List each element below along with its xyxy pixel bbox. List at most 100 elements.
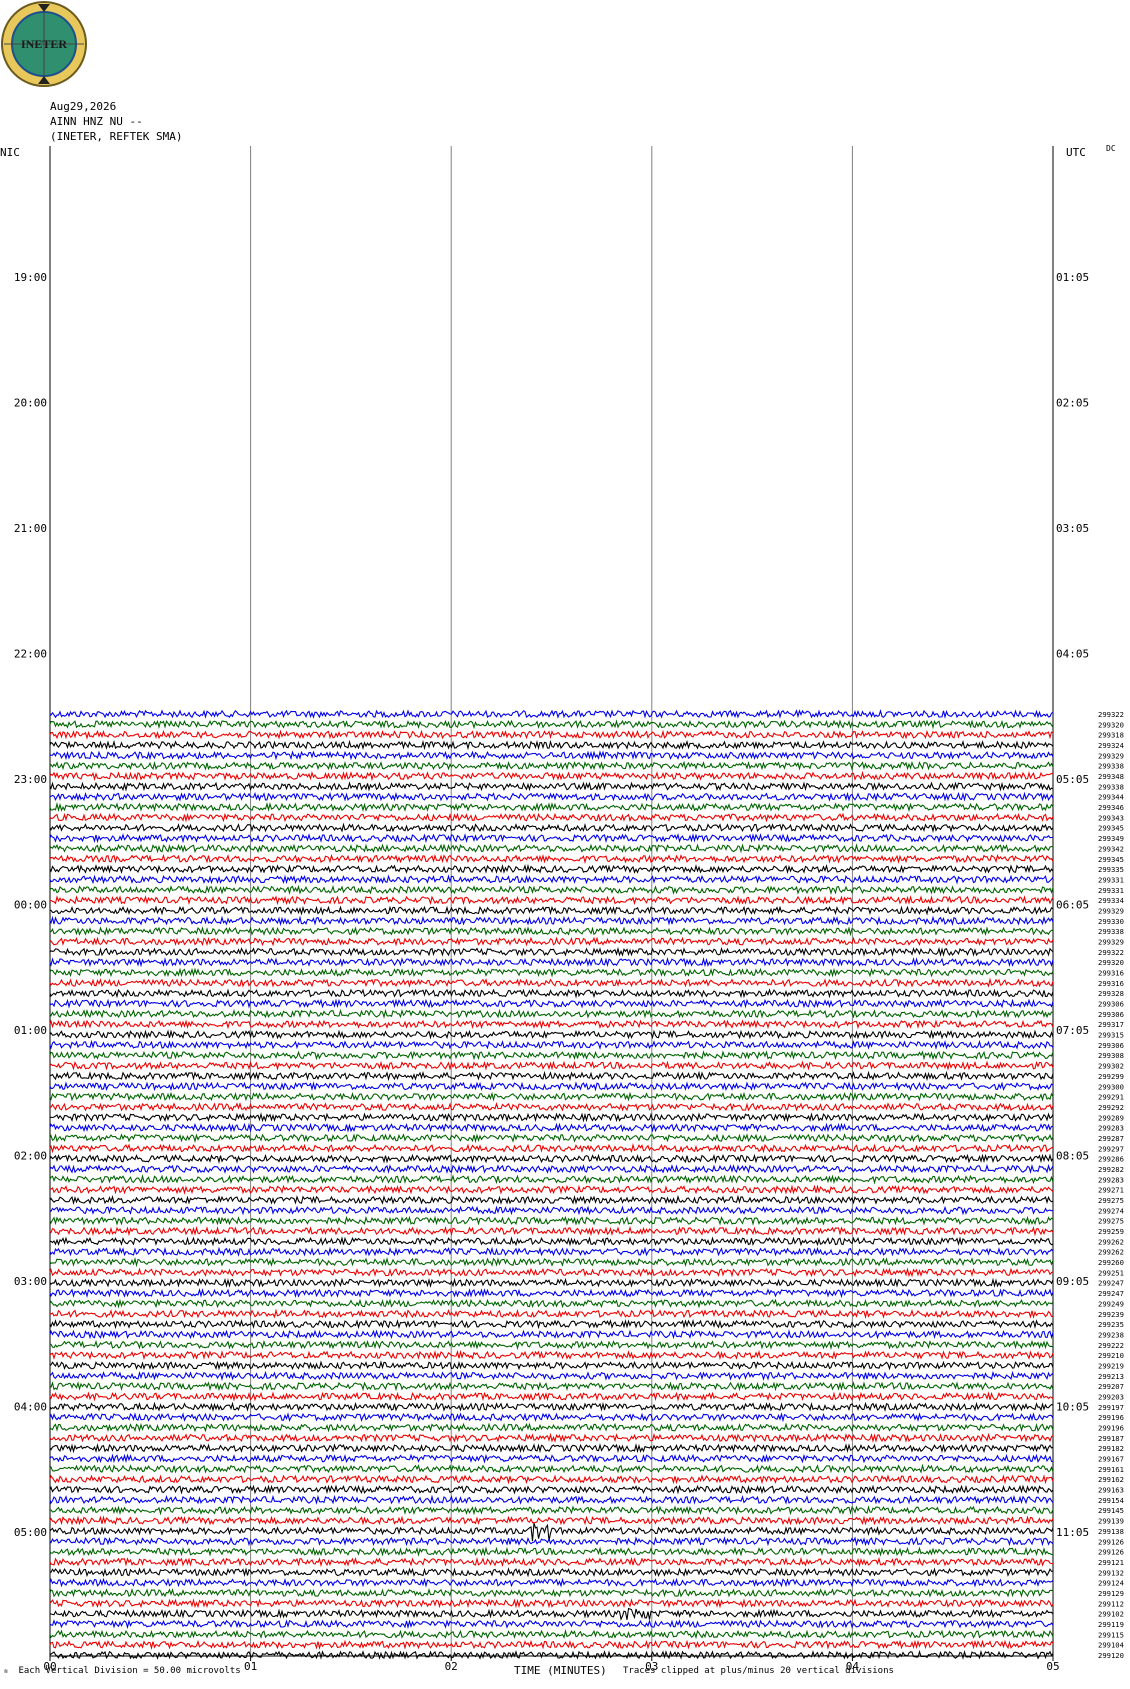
trace-value-label: 299274 <box>1098 1206 1124 1215</box>
seismic-trace <box>49 1639 1054 1651</box>
trace-value-label: 299196 <box>1098 1424 1124 1433</box>
trace-value-label: 299163 <box>1098 1486 1124 1495</box>
seismic-trace <box>49 1432 1054 1443</box>
seismic-trace <box>49 946 1054 957</box>
seismic-trace <box>49 1628 1054 1640</box>
trace-value-label: 299213 <box>1098 1372 1124 1381</box>
left-hour-label: 05:00 <box>14 1526 47 1539</box>
clip-note: Traces clipped at plus/minus 20 vertical… <box>623 1666 894 1676</box>
trace-value-label: 299112 <box>1098 1599 1124 1608</box>
trace-value-label: 299287 <box>1098 1134 1124 1143</box>
trace-value-label: 299316 <box>1098 979 1124 988</box>
trace-value-label: 299300 <box>1098 1082 1124 1091</box>
trace-value-label: 299262 <box>1098 1237 1124 1246</box>
trace-value-label: 299126 <box>1098 1548 1124 1557</box>
left-hour-label: 00:00 <box>14 899 47 912</box>
trace-value-label: 299302 <box>1098 1062 1124 1071</box>
seismic-trace <box>49 1194 1054 1205</box>
seismic-trace <box>49 1619 1054 1630</box>
trace-value-label: 299182 <box>1098 1444 1124 1453</box>
seismic-trace <box>49 1319 1054 1330</box>
seismic-trace <box>49 926 1054 937</box>
seismic-trace <box>49 1515 1054 1526</box>
seismic-trace <box>49 760 1054 771</box>
seismic-trace <box>49 1505 1054 1516</box>
trace-value-label: 299222 <box>1098 1341 1124 1350</box>
helicorder-plot: 00 01 02 03 04 0519:00 01:0520:00 02:0521:00 03:… <box>14 146 1124 1673</box>
seismic-trace <box>49 905 1054 916</box>
trace-value-label: 299331 <box>1098 875 1124 884</box>
seismic-trace <box>49 1287 1054 1299</box>
right-hour-label: 05:05 <box>1056 773 1089 786</box>
seismic-trace <box>49 1091 1054 1102</box>
trace-value-label: 299129 <box>1098 1589 1124 1598</box>
trace-value-label: 299138 <box>1098 1527 1124 1536</box>
trace-value-label: 299345 <box>1098 824 1124 833</box>
seismic-trace <box>49 1567 1054 1578</box>
seismic-trace <box>49 853 1054 865</box>
seismic-trace <box>49 1360 1054 1371</box>
seismic-trace <box>49 1246 1054 1257</box>
seismic-trace <box>49 1391 1054 1402</box>
trace-value-label: 299345 <box>1098 855 1124 864</box>
right-hour-label: 10:05 <box>1056 1401 1089 1414</box>
left-hour-label: 02:00 <box>14 1150 47 1163</box>
seismic-trace <box>49 1205 1054 1216</box>
seismic-trace <box>49 967 1054 978</box>
seismic-trace <box>49 791 1054 802</box>
trace-value-label: 299283 <box>1098 1175 1124 1184</box>
seismic-trace <box>49 998 1054 1009</box>
trace-value-label: 299197 <box>1098 1403 1124 1412</box>
trace-value-label: 299322 <box>1098 710 1124 719</box>
seismic-trace <box>49 833 1053 844</box>
seismic-trace <box>49 863 1054 875</box>
seismic-trace <box>49 739 1054 751</box>
seismic-trace <box>49 843 1054 854</box>
seismic-trace <box>49 1401 1054 1413</box>
trace-value-label: 299139 <box>1098 1517 1124 1526</box>
right-hour-label: 07:05 <box>1056 1024 1089 1037</box>
trace-value-label: 299283 <box>1098 1124 1124 1133</box>
scale-note: ≋ Each Vertical Division = 50.00 microvo… <box>4 1666 241 1676</box>
seismic-trace <box>49 822 1054 834</box>
trace-value-label: 299271 <box>1098 1186 1124 1195</box>
trace-value-label: 299259 <box>1098 1227 1124 1236</box>
seismic-trace <box>49 1101 1054 1112</box>
trace-value-label: 299324 <box>1098 741 1124 750</box>
seismic-trace <box>49 770 1054 782</box>
left-hour-label: 21:00 <box>14 522 47 535</box>
trace-value-label: 299249 <box>1098 1299 1124 1308</box>
trace-value-label: 299322 <box>1098 948 1124 957</box>
trace-value-label: 299282 <box>1098 1165 1124 1174</box>
seismic-trace <box>50 1112 1054 1123</box>
seismic-trace <box>49 1039 1054 1051</box>
trace-value-label: 299349 <box>1098 834 1124 843</box>
trace-value-label: 299115 <box>1098 1630 1124 1639</box>
seismic-trace <box>49 1577 1054 1588</box>
trace-value-label: 299334 <box>1098 896 1124 905</box>
trace-value-label: 299289 <box>1098 1113 1124 1122</box>
trace-value-label: 299275 <box>1098 1196 1124 1205</box>
trace-value-label: 299329 <box>1098 937 1124 946</box>
right-hour-label: 08:05 <box>1056 1150 1089 1163</box>
trace-value-label: 299120 <box>1098 1651 1124 1660</box>
trace-value-label: 299320 <box>1098 958 1124 967</box>
seismic-trace <box>49 1122 1054 1133</box>
seismic-trace <box>49 1142 1054 1154</box>
seismic-trace <box>49 1453 1054 1464</box>
seismic-trace <box>49 1522 1054 1542</box>
trace-value-label: 299210 <box>1098 1351 1124 1360</box>
trace-value-label: 299167 <box>1098 1455 1124 1464</box>
right-hour-label: 11:05 <box>1056 1526 1089 1539</box>
trace-value-label: 299104 <box>1098 1641 1124 1650</box>
right-hour-label: 06:05 <box>1056 899 1089 912</box>
x-tick-label: 05 <box>1046 1660 1059 1673</box>
seismic-trace <box>49 957 1054 968</box>
trace-value-label: 299297 <box>1098 1144 1124 1153</box>
trace-value-label: 299316 <box>1098 969 1124 978</box>
seismic-trace <box>49 1008 1054 1019</box>
seismic-trace <box>49 1019 1054 1030</box>
trace-value-label: 299262 <box>1098 1248 1124 1257</box>
seismic-trace <box>49 781 1054 792</box>
trace-value-label: 299119 <box>1098 1620 1124 1629</box>
